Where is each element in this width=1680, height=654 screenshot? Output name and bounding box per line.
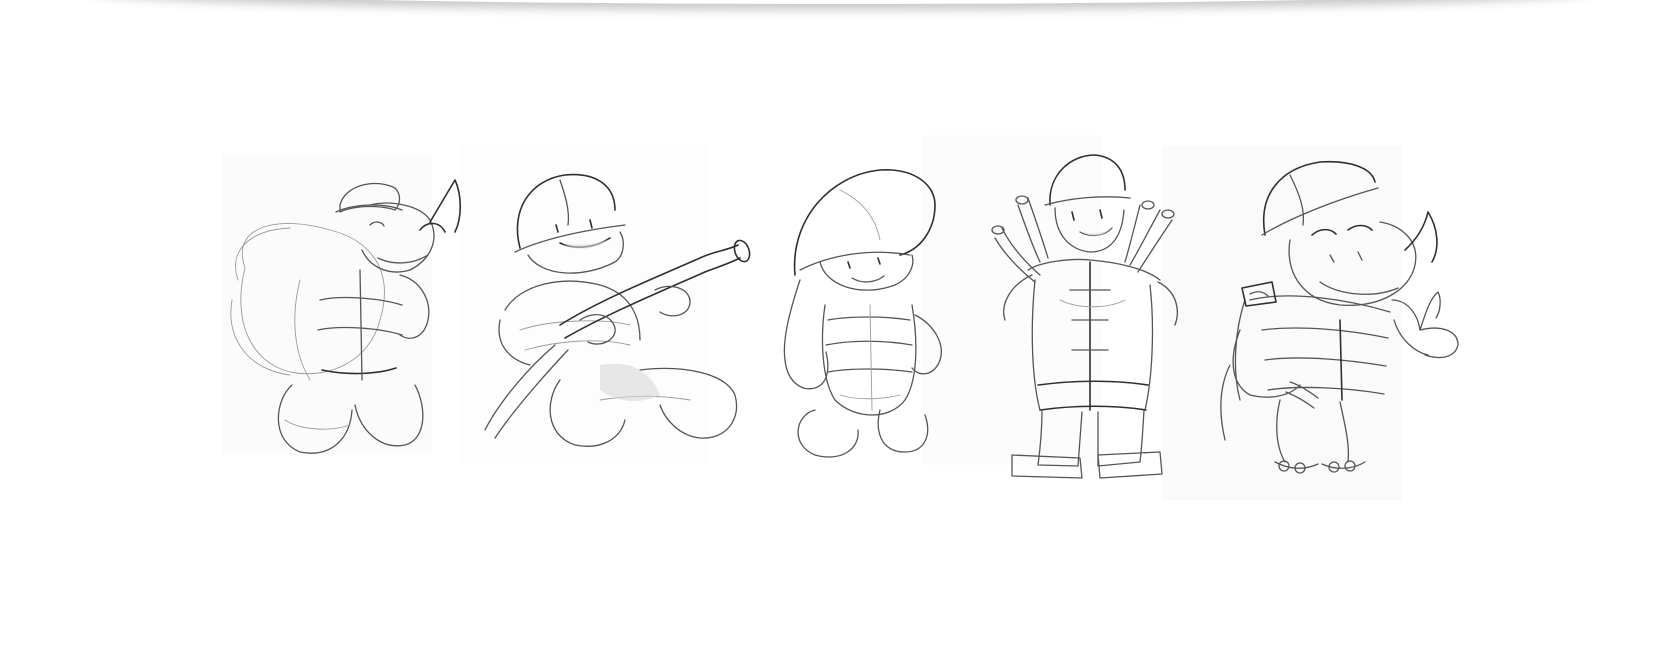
firefighter-with-hose-sketch [484, 173, 751, 447]
firefighter-with-hoses-on-back-sketch [991, 154, 1178, 479]
rhino-firefighter-sketch-1 [230, 179, 462, 454]
sketches-svg [230, 154, 1459, 479]
round-firefighter-sketch [783, 169, 942, 458]
rhino-firefighter-thumbs-up-sketch [1220, 160, 1459, 474]
sketch-page [0, 0, 1680, 654]
